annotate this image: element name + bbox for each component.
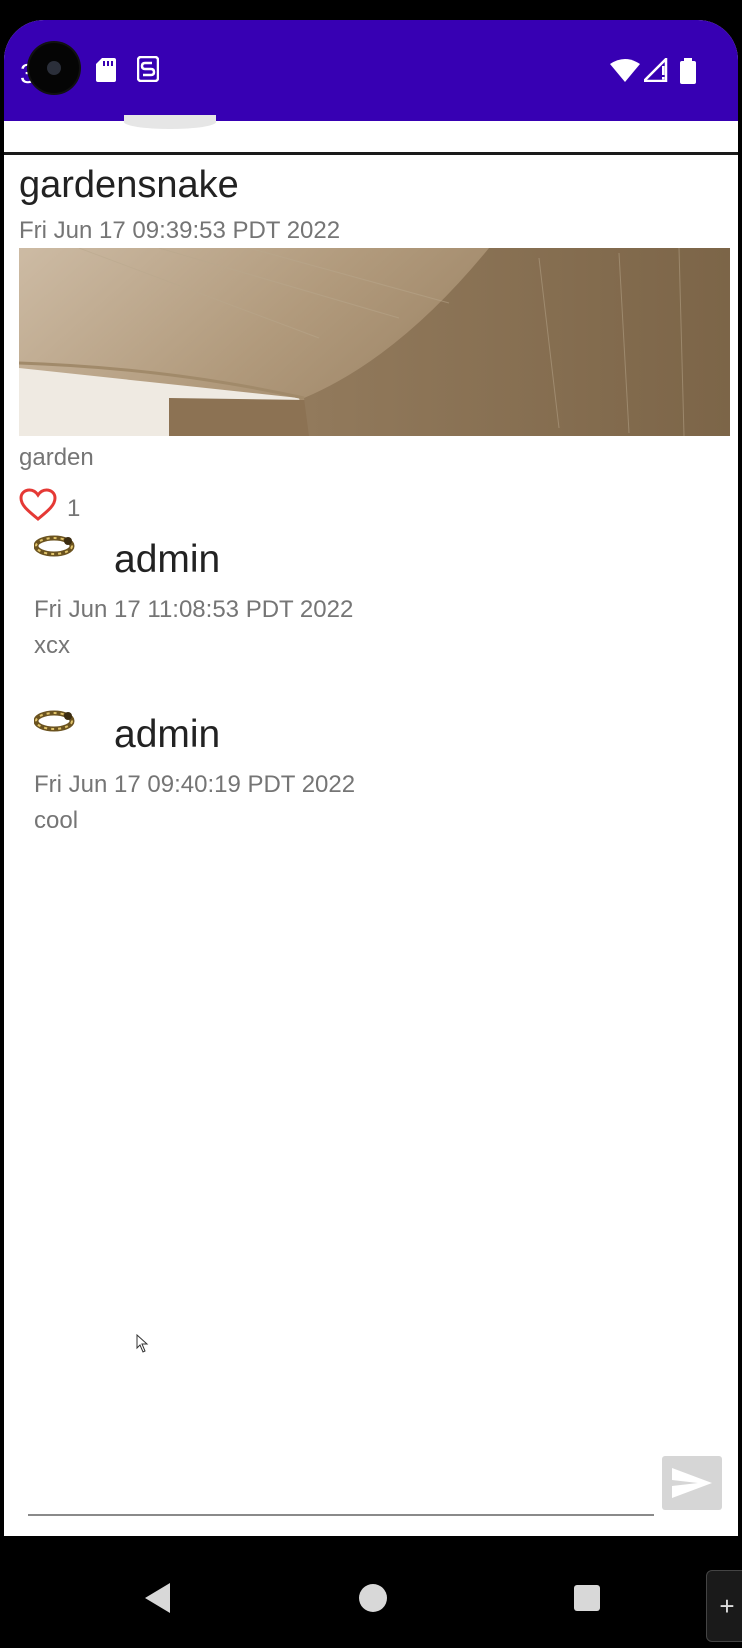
camera-cutout [29,43,79,93]
post-author[interactable]: gardensnake [19,164,239,207]
heart-outline-icon[interactable] [19,488,57,527]
comment-date: Fri Jun 17 09:40:19 PDT 2022 [34,771,356,798]
comment-item: admin Fri Jun 17 09:40:19 PDT 2022 cool [33,705,714,865]
comment-author[interactable]: admin [114,713,220,757]
post-image[interactable] [19,248,730,436]
back-icon[interactable] [144,1582,172,1619]
send-icon [672,1468,712,1498]
wifi-icon [610,58,640,87]
comment-date: Fri Jun 17 11:08:53 PDT 2022 [34,596,354,623]
header-avatar [124,115,216,129]
toolbar-strip [4,115,738,155]
signal-icon [640,55,668,87]
snake-avatar-icon [33,530,76,560]
home-icon[interactable] [359,1584,387,1612]
comment-author[interactable]: admin [114,538,220,582]
battery-icon [680,58,696,89]
s-notification-icon [136,55,160,89]
like-count: 1 [67,495,81,522]
recents-icon[interactable] [574,1585,600,1611]
post-date: Fri Jun 17 09:39:53 PDT 2022 [19,217,341,244]
comment-text: xcx [34,632,70,659]
send-button[interactable] [662,1456,722,1510]
comment-input[interactable] [28,1474,654,1516]
side-panel-tab[interactable]: + [706,1570,742,1642]
post-caption: garden [19,444,94,471]
mouse-cursor-icon [136,1333,150,1359]
sd-card-icon [96,58,116,87]
system-nav-bar [4,1536,738,1648]
app-screen: 3 gardensnake Fri Jun 17 09:39:53 PDT 20… [4,20,738,1648]
comment-text: cool [34,807,79,834]
comment-item: admin Fri Jun 17 11:08:53 PDT 2022 xcx [33,530,714,690]
snake-avatar-icon [33,705,76,735]
status-bar: 3 [4,20,738,121]
